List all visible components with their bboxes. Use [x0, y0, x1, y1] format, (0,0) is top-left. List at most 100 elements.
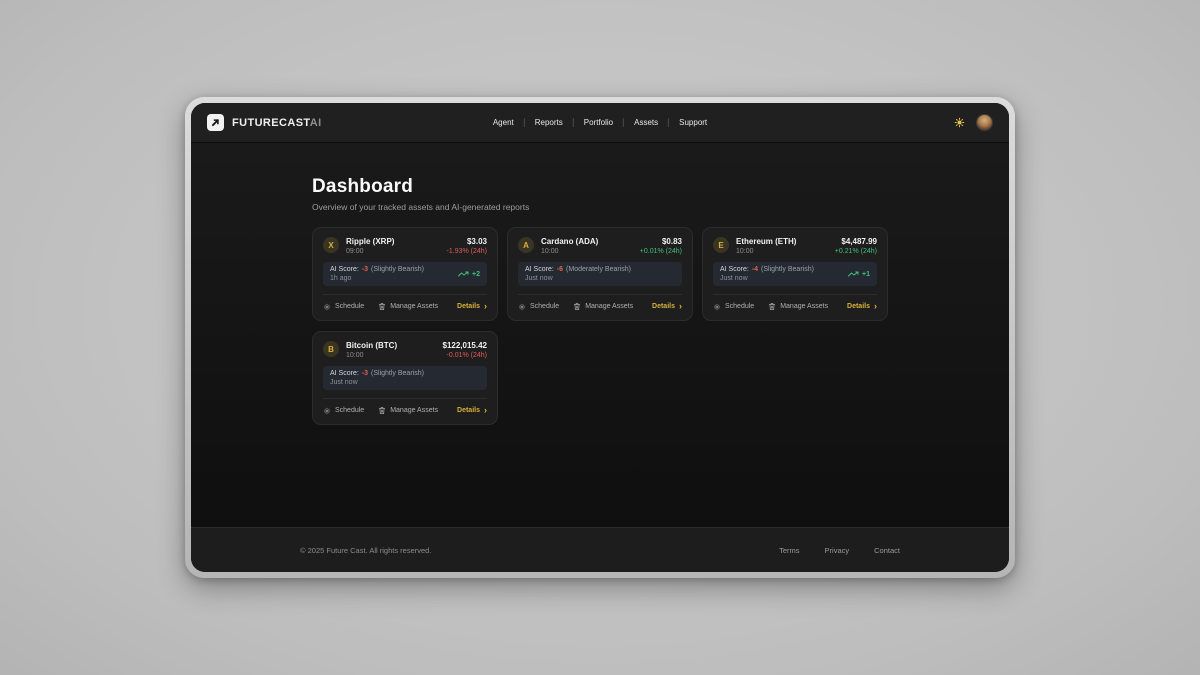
asset-title-block: Ripple (XRP) 09:00	[346, 237, 394, 255]
trash-icon	[573, 302, 581, 311]
footer-links: Terms Privacy Contact	[779, 546, 900, 555]
ai-score-block: AI Score: -3 (Slightly Bearish) Just now	[330, 370, 424, 386]
footer-bar: © 2025 Future Cast. All rights reserved.…	[191, 527, 1009, 572]
card-header: E Ethereum (ETH) 10:00 $4,487.99 +0.21% …	[713, 237, 877, 255]
footer-inner: © 2025 Future Cast. All rights reserved.…	[300, 546, 900, 555]
ai-score-panel: AI Score: -3 (Slightly Bearish) 1h ago	[323, 262, 487, 286]
details-label: Details	[652, 303, 675, 310]
footer-link-terms[interactable]: Terms	[779, 546, 799, 555]
manage-assets-label: Manage Assets	[390, 303, 438, 310]
schedule-button[interactable]: Schedule	[518, 303, 559, 311]
chevron-right-icon: ›	[484, 408, 487, 413]
manage-assets-label: Manage Assets	[390, 407, 438, 414]
card-actions: Schedule Manage Assets Details ›	[323, 398, 487, 415]
asset-time: 10:00	[541, 248, 598, 255]
sun-icon	[954, 117, 965, 128]
chevron-right-icon: ›	[874, 304, 877, 309]
asset-name: Cardano (ADA)	[541, 237, 598, 246]
ai-score-block: AI Score: -6 (Moderately Bearish) Just n…	[525, 266, 631, 282]
ai-score-panel: AI Score: -4 (Slightly Bearish) Just now	[713, 262, 877, 286]
nav-item-portfolio[interactable]: Portfolio	[573, 118, 623, 127]
asset-title-block: Bitcoin (BTC) 10:00	[346, 341, 397, 359]
details-button[interactable]: Details ›	[457, 303, 487, 310]
ai-score-line: AI Score: -4 (Slightly Bearish)	[720, 266, 814, 273]
ai-score-line: AI Score: -6 (Moderately Bearish)	[525, 266, 631, 273]
ai-score-label: AI Score:	[330, 370, 359, 377]
ai-score-panel: AI Score: -6 (Moderately Bearish) Just n…	[518, 262, 682, 286]
content-container: Dashboard Overview of your tracked asset…	[312, 143, 888, 425]
asset-change: -1.93% (24h)	[447, 248, 487, 255]
details-label: Details	[457, 303, 480, 310]
gear-icon	[323, 407, 331, 415]
theme-toggle-button[interactable]	[954, 117, 965, 128]
asset-name: Ripple (XRP)	[346, 237, 394, 246]
ai-score-panel: AI Score: -3 (Slightly Bearish) Just now	[323, 366, 487, 390]
ai-score-label: AI Score:	[720, 266, 749, 273]
ai-score-block: AI Score: -4 (Slightly Bearish) Just now	[720, 266, 814, 282]
manage-assets-button[interactable]: Manage Assets	[573, 302, 633, 311]
manage-assets-button[interactable]: Manage Assets	[768, 302, 828, 311]
card-actions: Schedule Manage Assets Details ›	[713, 294, 877, 311]
manage-assets-button[interactable]: Manage Assets	[378, 302, 438, 311]
ai-score-value: -6	[557, 266, 563, 273]
asset-price-block: $122,015.42 -0.01% (24h)	[443, 341, 488, 359]
asset-name: Ethereum (ETH)	[736, 237, 796, 246]
app-bar: FUTURECASTAI Agent Reports Portfolio Ass…	[191, 103, 1009, 143]
details-button[interactable]: Details ›	[847, 303, 877, 310]
asset-time: 10:00	[736, 248, 796, 255]
asset-badge: B	[323, 341, 339, 357]
chevron-right-icon: ›	[679, 304, 682, 309]
nav-item-assets[interactable]: Assets	[623, 118, 668, 127]
gear-icon	[713, 303, 721, 311]
card-header: X Ripple (XRP) 09:00 $3.03 -1.93% (24h)	[323, 237, 487, 255]
copyright-text: © 2025 Future Cast. All rights reserved.	[300, 546, 431, 555]
main-area: Dashboard Overview of your tracked asset…	[191, 143, 1009, 527]
asset-price: $4,487.99	[835, 237, 877, 246]
nav-item-reports[interactable]: Reports	[524, 118, 573, 127]
asset-card-cardano: A Cardano (ADA) 10:00 $0.83 +0.01% (24h)	[507, 227, 693, 321]
asset-price-block: $4,487.99 +0.21% (24h)	[835, 237, 877, 255]
ai-updated: 1h ago	[330, 275, 424, 282]
trash-icon	[378, 302, 386, 311]
card-actions: Schedule Manage Assets Details ›	[518, 294, 682, 311]
footer-link-privacy[interactable]: Privacy	[825, 546, 850, 555]
ai-score-value: -3	[362, 266, 368, 273]
ai-sentiment: (Slightly Bearish)	[761, 266, 814, 273]
gear-icon	[518, 303, 526, 311]
asset-price: $3.03	[447, 237, 487, 246]
details-button[interactable]: Details ›	[457, 407, 487, 414]
asset-price: $0.83	[640, 237, 682, 246]
ai-score-value: -3	[362, 370, 368, 377]
brand: FUTURECASTAI	[207, 114, 322, 131]
asset-change: +0.21% (24h)	[835, 248, 877, 255]
details-label: Details	[457, 407, 480, 414]
details-button[interactable]: Details ›	[652, 303, 682, 310]
nav-item-agent[interactable]: Agent	[483, 118, 524, 127]
asset-price: $122,015.42	[443, 341, 488, 350]
asset-title-block: Ethereum (ETH) 10:00	[736, 237, 796, 255]
app-window: FUTURECASTAI Agent Reports Portfolio Ass…	[185, 97, 1015, 578]
manage-assets-label: Manage Assets	[585, 303, 633, 310]
asset-card-ripple: X Ripple (XRP) 09:00 $3.03 -1.93% (24h)	[312, 227, 498, 321]
card-header: B Bitcoin (BTC) 10:00 $122,015.42 -0.01%…	[323, 341, 487, 359]
schedule-label: Schedule	[725, 303, 754, 310]
footer-link-contact[interactable]: Contact	[874, 546, 900, 555]
appbar-right	[954, 114, 993, 131]
ai-sentiment: (Moderately Bearish)	[566, 266, 631, 273]
ai-score-line: AI Score: -3 (Slightly Bearish)	[330, 266, 424, 273]
user-avatar[interactable]	[976, 114, 993, 131]
manage-assets-button[interactable]: Manage Assets	[378, 406, 438, 415]
schedule-button[interactable]: Schedule	[713, 303, 754, 311]
asset-time: 10:00	[346, 352, 397, 359]
asset-badge: A	[518, 237, 534, 253]
nav-item-support[interactable]: Support	[668, 118, 717, 127]
brand-suffix: AI	[310, 117, 322, 129]
schedule-button[interactable]: Schedule	[323, 303, 364, 311]
ai-updated: Just now	[330, 379, 424, 386]
ai-score-block: AI Score: -3 (Slightly Bearish) 1h ago	[330, 266, 424, 282]
brand-main: FUTURECAST	[232, 117, 310, 129]
schedule-button[interactable]: Schedule	[323, 407, 364, 415]
details-label: Details	[847, 303, 870, 310]
schedule-label: Schedule	[335, 303, 364, 310]
page-subtitle: Overview of your tracked assets and AI-g…	[312, 202, 888, 212]
